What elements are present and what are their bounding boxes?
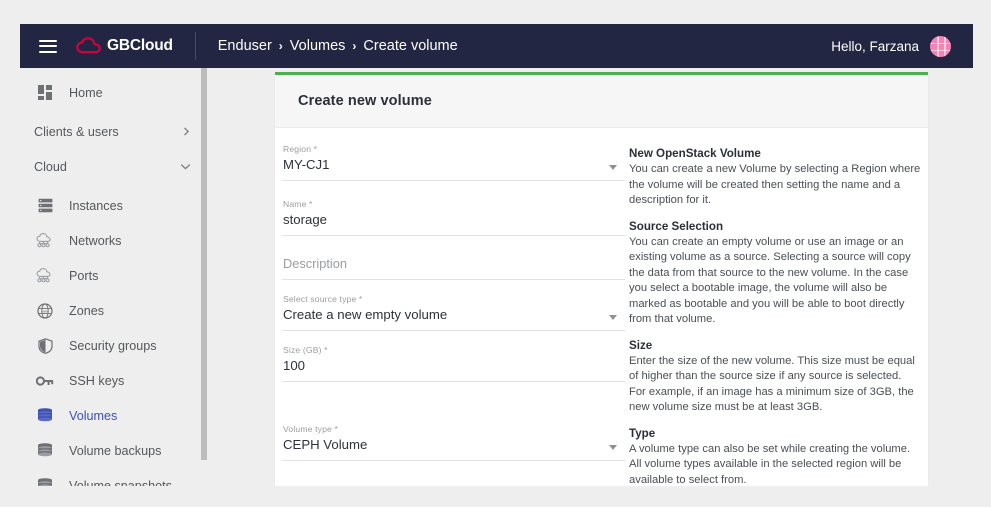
sidebar-item-clients-users[interactable]: Clients & users bbox=[20, 114, 207, 149]
chevron-down-icon[interactable] bbox=[609, 165, 617, 170]
source-type-field[interactable]: Select source type * Create a new empty … bbox=[282, 294, 625, 331]
dashboard-grid-icon bbox=[34, 82, 56, 104]
sidebar-item-label: Volumes bbox=[69, 409, 117, 423]
sidebar: Home Clients & users Cloud bbox=[20, 68, 207, 486]
topbar-divider bbox=[195, 32, 196, 60]
breadcrumb-item-create-volume[interactable]: Create volume bbox=[363, 38, 457, 54]
create-volume-card: Create new volume Region * MY-CJ1 Name *… bbox=[275, 72, 928, 486]
name-field[interactable]: Name * storage bbox=[282, 199, 625, 236]
help-panel: New OpenStack Volume You can create a ne… bbox=[625, 144, 921, 486]
sidebar-item-home[interactable]: Home bbox=[20, 75, 207, 110]
breadcrumb-item-enduser[interactable]: Enduser bbox=[218, 38, 272, 54]
database-icon bbox=[34, 475, 56, 487]
chevron-right-icon: › bbox=[279, 39, 283, 53]
sidebar-item-instances[interactable]: Instances bbox=[20, 188, 207, 223]
avatar[interactable] bbox=[930, 36, 951, 57]
globe-www-icon: www bbox=[34, 300, 56, 322]
chevron-right-icon: › bbox=[352, 39, 356, 53]
field-underline bbox=[282, 180, 625, 181]
help-heading: Source Selection bbox=[629, 219, 921, 235]
cloud-logo-icon bbox=[76, 37, 102, 55]
database-icon bbox=[34, 405, 56, 427]
name-label: Name * bbox=[282, 199, 625, 210]
help-body: Enter the size of the new volume. This s… bbox=[629, 354, 921, 416]
database-icon bbox=[34, 440, 56, 462]
volume-form: Region * MY-CJ1 Name * storage Descripti… bbox=[275, 144, 625, 486]
chevron-down-icon[interactable] bbox=[609, 445, 617, 450]
field-underline bbox=[282, 381, 625, 382]
sidebar-item-zones[interactable]: www Zones bbox=[20, 293, 207, 328]
key-icon bbox=[34, 370, 56, 392]
help-body: You can create an empty volume or use an… bbox=[629, 235, 921, 328]
sidebar-item-label: Zones bbox=[69, 304, 104, 318]
cloud-network-icon bbox=[34, 265, 56, 287]
sidebar-item-label: Networks bbox=[69, 234, 121, 248]
sidebar-item-volumes[interactable]: Volumes bbox=[20, 398, 207, 433]
sidebar-item-networks[interactable]: Networks bbox=[20, 223, 207, 258]
sidebar-item-label: Ports bbox=[69, 269, 98, 283]
server-stack-icon bbox=[34, 195, 56, 217]
sidebar-item-label: Volume snapshots bbox=[69, 479, 172, 487]
sidebar-item-label: Volume backups bbox=[69, 444, 161, 458]
top-bar: GBCloud Enduser › Volumes › Create volum… bbox=[20, 24, 973, 68]
name-input[interactable]: storage bbox=[282, 210, 625, 230]
cloud-network-icon bbox=[34, 230, 56, 252]
volume-type-label: Volume type * bbox=[282, 424, 625, 435]
sidebar-item-cloud[interactable]: Cloud bbox=[20, 149, 207, 184]
hamburger-icon[interactable] bbox=[39, 40, 57, 53]
region-field[interactable]: Region * MY-CJ1 bbox=[282, 144, 625, 181]
chevron-down-icon[interactable] bbox=[609, 315, 617, 320]
description-field[interactable]: Description bbox=[282, 254, 625, 280]
region-value: MY-CJ1 bbox=[282, 155, 625, 175]
sidebar-item-label: SSH keys bbox=[69, 374, 124, 388]
source-type-value: Create a new empty volume bbox=[282, 305, 625, 325]
greeting-label: Hello, Farzana bbox=[831, 39, 919, 54]
sidebar-item-label: Instances bbox=[69, 199, 123, 213]
chevron-down-icon bbox=[180, 161, 191, 173]
page-title: Create new volume bbox=[298, 93, 432, 109]
sidebar-item-security-groups[interactable]: Security groups bbox=[20, 328, 207, 363]
volume-type-value: CEPH Volume bbox=[282, 435, 625, 455]
sidebar-item-label: Security groups bbox=[69, 339, 157, 353]
help-heading: Size bbox=[629, 338, 921, 354]
field-underline bbox=[282, 235, 625, 236]
size-field[interactable]: Size (GB) * 100 bbox=[282, 345, 625, 382]
sidebar-item-volume-backups[interactable]: Volume backups bbox=[20, 433, 207, 468]
brand-text: GBCloud bbox=[107, 37, 173, 55]
shield-icon bbox=[34, 335, 56, 357]
size-input[interactable]: 100 bbox=[282, 356, 625, 376]
description-input[interactable]: Description bbox=[282, 254, 625, 274]
sidebar-item-volume-snapshots[interactable]: Volume snapshots bbox=[20, 468, 207, 486]
field-underline bbox=[282, 279, 625, 280]
volume-type-field[interactable]: Volume type * CEPH Volume bbox=[282, 424, 625, 461]
svg-text:www: www bbox=[41, 309, 49, 313]
help-body: A volume type can also be set while crea… bbox=[629, 442, 921, 487]
field-underline bbox=[282, 330, 625, 331]
user-area[interactable]: Hello, Farzana bbox=[831, 36, 951, 57]
source-type-label: Select source type * bbox=[282, 294, 625, 305]
help-heading: New OpenStack Volume bbox=[629, 146, 921, 162]
help-heading: Type bbox=[629, 426, 921, 442]
field-underline bbox=[282, 460, 625, 461]
brand[interactable]: GBCloud bbox=[76, 37, 173, 55]
sidebar-item-label: Cloud bbox=[28, 160, 67, 174]
help-body: You can create a new Volume by selecting… bbox=[629, 162, 921, 209]
card-body: Region * MY-CJ1 Name * storage Descripti… bbox=[275, 128, 928, 486]
sidebar-item-label: Clients & users bbox=[28, 125, 119, 139]
breadcrumb: Enduser › Volumes › Create volume bbox=[218, 38, 458, 54]
app-window: GBCloud Enduser › Volumes › Create volum… bbox=[20, 24, 973, 486]
size-label: Size (GB) * bbox=[282, 345, 625, 356]
breadcrumb-item-volumes[interactable]: Volumes bbox=[290, 38, 346, 54]
chevron-right-icon bbox=[182, 126, 191, 138]
sidebar-item-ports[interactable]: Ports bbox=[20, 258, 207, 293]
region-label: Region * bbox=[282, 144, 625, 155]
sidebar-item-label: Home bbox=[69, 86, 103, 100]
sidebar-item-ssh-keys[interactable]: SSH keys bbox=[20, 363, 207, 398]
card-header: Create new volume bbox=[275, 75, 928, 128]
content-area: Create new volume Region * MY-CJ1 Name *… bbox=[207, 68, 973, 486]
